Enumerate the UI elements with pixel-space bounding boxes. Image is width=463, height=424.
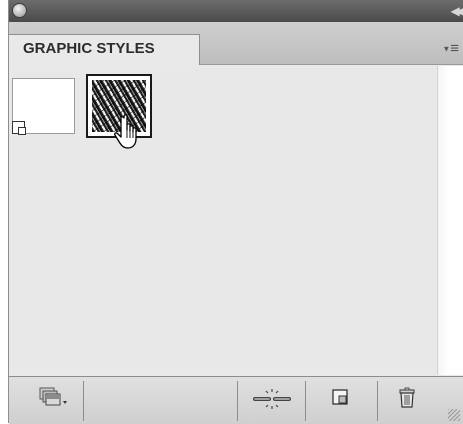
toolbar-divider [83, 381, 84, 421]
tab-graphic-styles[interactable]: GRAPHIC STYLES [8, 34, 200, 65]
graphic-styles-panel: ◀◀ GRAPHIC STYLES ▼≡ [8, 0, 463, 424]
break-link-to-style-button[interactable] [241, 377, 303, 424]
trash-icon [399, 387, 415, 408]
toolbar-divider [377, 381, 378, 421]
close-button[interactable] [13, 4, 26, 17]
panel-bottom-toolbar [9, 376, 463, 424]
panel-menu-icon[interactable]: ▼≡ [442, 40, 459, 57]
styles-list [9, 66, 436, 375]
panel-tab-bar: GRAPHIC STYLES ▼≡ [8, 22, 463, 65]
delete-graphic-style-button[interactable] [387, 377, 427, 424]
panel-titlebar[interactable]: ◀◀ [9, 0, 463, 23]
scrollbar-track[interactable] [437, 66, 463, 375]
break-link-icon [253, 389, 291, 409]
hand-pointer-cursor-icon [114, 114, 137, 149]
default-graphic-style-swatch[interactable] [12, 78, 75, 135]
double-chevron-left-icon[interactable]: ◀◀ [451, 4, 463, 18]
resize-grip[interactable] [448, 409, 460, 421]
new-graphic-style-button[interactable] [321, 377, 361, 424]
libraries-icon [39, 387, 67, 406]
toolbar-divider [305, 381, 306, 421]
graphic-style-libraries-menu-button[interactable] [29, 377, 79, 424]
toolbar-divider [237, 381, 238, 421]
default-style-corner-icon [12, 121, 26, 135]
new-style-icon [332, 389, 348, 405]
